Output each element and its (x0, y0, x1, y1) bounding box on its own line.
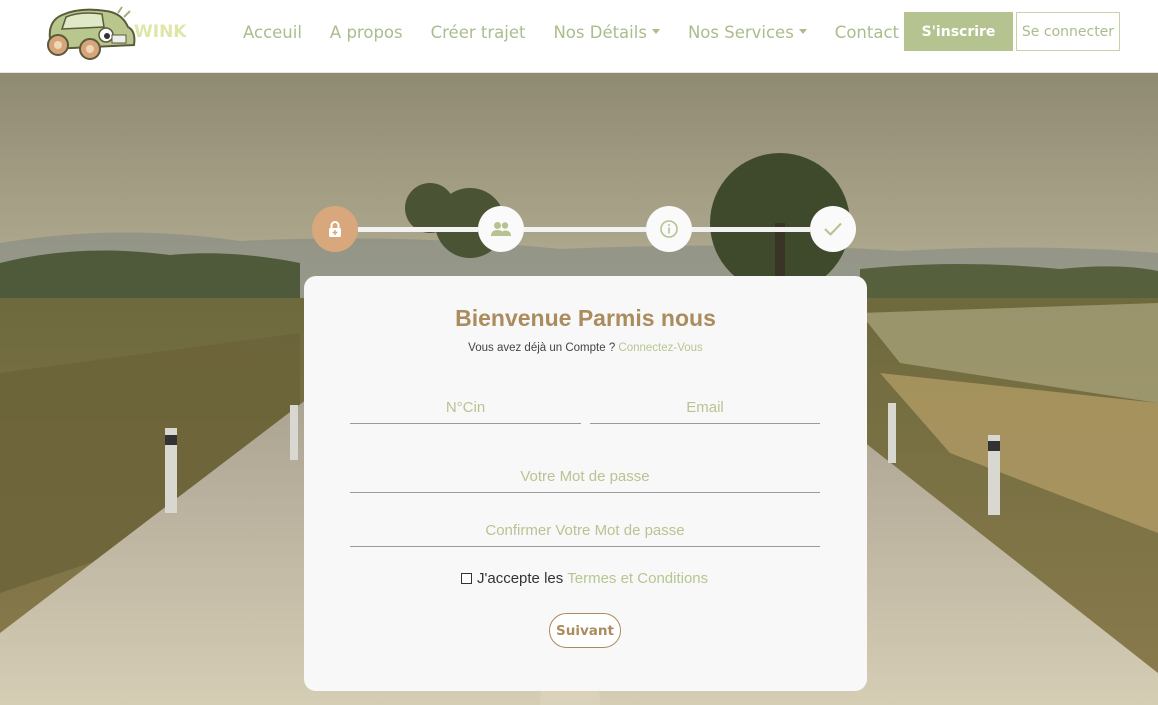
nav-item-nos-services[interactable]: Nos Services (688, 20, 807, 44)
hero-background: Bienvenue Parmis nous Vous avez déjà un … (0, 73, 1158, 705)
step-connector (358, 227, 478, 232)
nav-item-acceuil[interactable]: Acceuil (243, 20, 302, 44)
terms-checkbox[interactable] (461, 573, 472, 584)
nav-item-contact[interactable]: Contact (835, 20, 912, 44)
step-1-account[interactable] (312, 206, 358, 252)
registration-card: Bienvenue Parmis nous Vous avez déjà un … (304, 276, 867, 691)
form-title: Bienvenue Parmis nous (455, 305, 716, 331)
step-connector (524, 227, 646, 232)
lock-icon (329, 221, 341, 237)
login-button[interactable]: Se connecter (1016, 12, 1120, 51)
caret-down-icon (798, 28, 807, 34)
login-link[interactable]: Connectez-Vous (618, 342, 702, 354)
nav-item-nos-details[interactable]: Nos Détails (553, 20, 660, 44)
nav-item-creer-trajet[interactable]: Créer trajet (431, 20, 526, 44)
email-input[interactable] (590, 392, 820, 424)
signup-button[interactable]: S'inscrire (904, 12, 1013, 51)
caret-down-icon (651, 28, 660, 34)
registration-stepper (312, 206, 858, 252)
cin-input[interactable] (350, 392, 581, 424)
terms-label: J'accepte les (477, 570, 564, 587)
nav-label: A propos (329, 22, 403, 42)
nav-label: Nos Services (687, 22, 794, 42)
next-button[interactable]: Suivant (549, 613, 621, 648)
navbar: WINK Acceuil A propos Créer trajet Nos D… (0, 0, 1158, 73)
main-nav: Acceuil A propos Créer trajet Nos Détail… (243, 20, 940, 44)
nav-label: Contact (834, 22, 899, 42)
terms-row: J'accepte les Termes et Conditions (461, 570, 708, 587)
check-icon (824, 222, 842, 236)
info-icon (660, 220, 678, 238)
nav-label: Créer trajet (430, 22, 526, 42)
confirm-password-input[interactable] (350, 515, 820, 547)
form-subtitle: Vous avez déjà un Compte ? Connectez-Vou… (304, 342, 867, 354)
terms-link[interactable]: Termes et Conditions (567, 570, 708, 587)
nav-label: Nos Détails (553, 22, 647, 42)
step-connector (692, 227, 810, 232)
password-input[interactable] (350, 461, 820, 493)
subtitle-text: Vous avez déjà un Compte ? (468, 342, 616, 354)
step-2-personal[interactable] (478, 206, 524, 252)
nav-label: Acceuil (243, 22, 302, 42)
step-3-info[interactable] (646, 206, 692, 252)
nav-item-a-propos[interactable]: A propos (330, 20, 403, 44)
step-4-confirm[interactable] (810, 206, 856, 252)
users-icon (491, 222, 511, 236)
brand-name: WINK (134, 22, 187, 42)
